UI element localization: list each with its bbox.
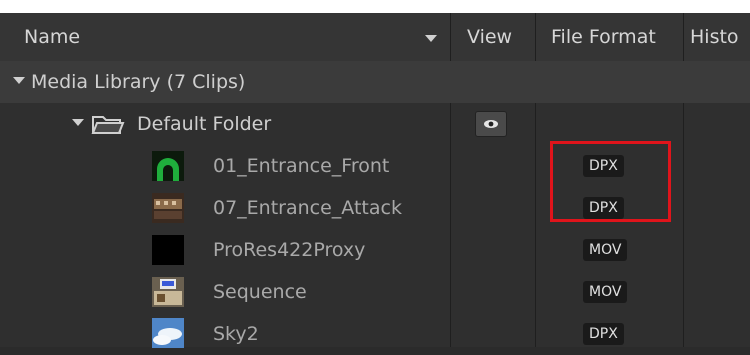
- folder-icon: [91, 116, 125, 134]
- top-strip: [0, 0, 750, 13]
- file-format-badge: DPX: [583, 323, 624, 345]
- expand-triangle-icon[interactable]: [13, 77, 25, 84]
- highlight-box: [550, 141, 671, 222]
- column-header-file-format[interactable]: File Format: [551, 13, 676, 61]
- clip-name: 01_Entrance_Front: [213, 155, 390, 177]
- folder-label: Default Folder: [137, 113, 272, 135]
- clip-thumbnail: [152, 151, 184, 181]
- clip-row[interactable]: Sequence MOV: [0, 271, 750, 313]
- clip-thumbnail: [152, 318, 184, 348]
- folder-row[interactable]: Default Folder: [0, 103, 750, 145]
- clip-thumbnail: [152, 277, 184, 307]
- clip-thumbnail: [152, 193, 184, 223]
- column-header-history[interactable]: Histo: [690, 13, 750, 61]
- clip-row[interactable]: ProRes422Proxy MOV: [0, 229, 750, 271]
- clip-name: 07_Entrance_Attack: [213, 197, 402, 219]
- clip-name: ProRes422Proxy: [213, 239, 366, 261]
- sort-dropdown-icon[interactable]: [425, 35, 437, 42]
- view-toggle-eye-icon[interactable]: [475, 111, 507, 137]
- column-header-view[interactable]: View: [467, 13, 527, 61]
- column-header-name[interactable]: Name: [24, 13, 424, 61]
- clip-name: Sky2: [213, 323, 259, 345]
- media-library-label: Media Library (7 Clips): [31, 71, 246, 93]
- file-format-badge: MOV: [583, 239, 628, 261]
- media-library-row[interactable]: Media Library (7 Clips): [0, 61, 750, 103]
- expand-triangle-icon[interactable]: [72, 119, 84, 126]
- clip-thumbnail: [152, 235, 184, 265]
- clip-row[interactable]: Sky2 DPX: [0, 313, 750, 355]
- file-format-badge: MOV: [583, 281, 628, 303]
- clip-name: Sequence: [213, 281, 307, 303]
